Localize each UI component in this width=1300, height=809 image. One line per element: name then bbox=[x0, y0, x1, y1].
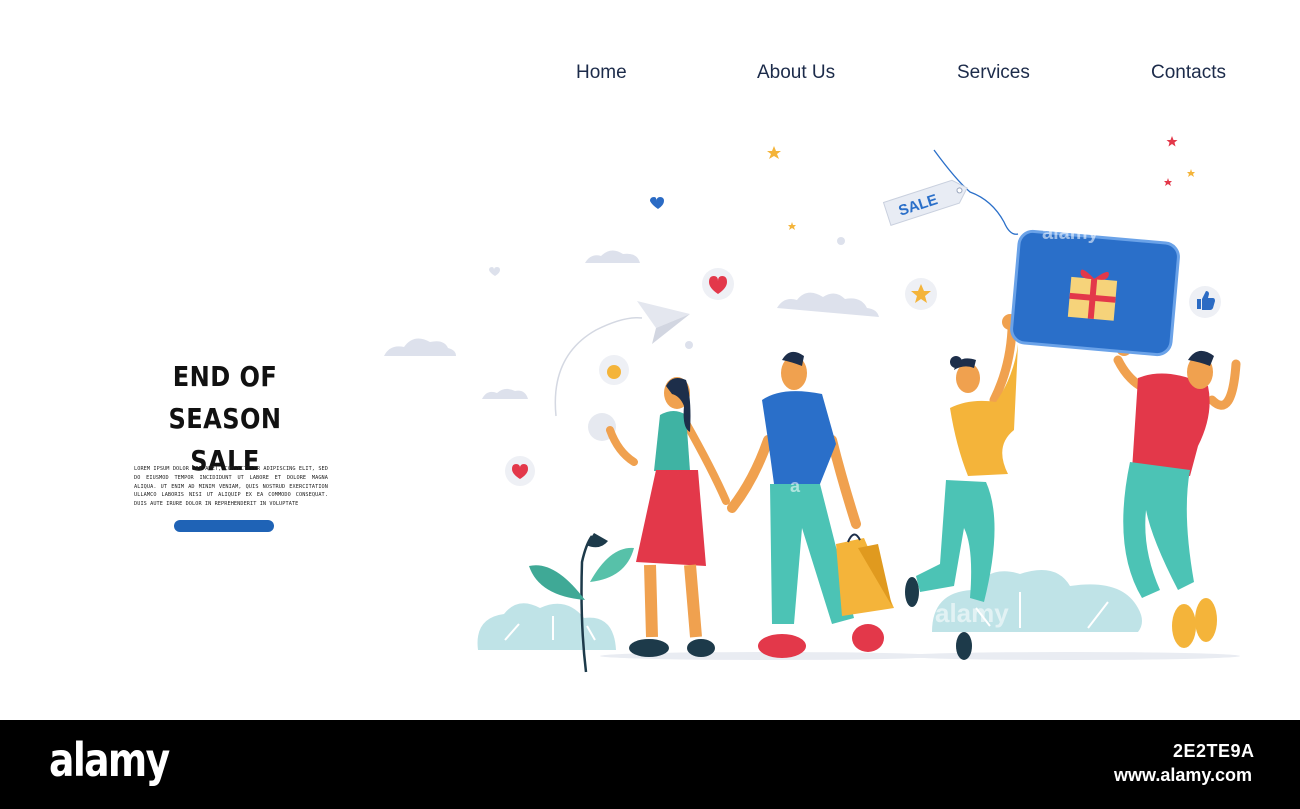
star-icon bbox=[788, 222, 796, 230]
alamy-website: www.alamy.com bbox=[1114, 765, 1253, 785]
sale-tag: SALE bbox=[882, 149, 1019, 235]
star-icon bbox=[1164, 178, 1172, 186]
cloud-icon bbox=[482, 388, 528, 399]
star-icon bbox=[767, 146, 781, 159]
stock-watermark-bar bbox=[0, 720, 1300, 809]
star-badge-icon bbox=[905, 278, 937, 310]
ground-shadow bbox=[900, 652, 1240, 660]
bush-left bbox=[477, 603, 616, 650]
gift-card bbox=[1010, 229, 1180, 357]
star-icon bbox=[1187, 169, 1195, 177]
alamy-logo: alamy bbox=[49, 733, 170, 787]
shopping-bag-icon bbox=[836, 533, 894, 616]
landing-page: Home About Us Services Contacts END OF S… bbox=[0, 0, 1300, 720]
star-icon bbox=[1166, 136, 1178, 147]
thumbs-up-badge-icon bbox=[1189, 286, 1221, 318]
cloud-icon bbox=[585, 250, 640, 263]
cloud-icon bbox=[384, 338, 456, 356]
decor-dot bbox=[685, 341, 693, 349]
smile-badge-icon bbox=[599, 355, 629, 385]
heart-icon bbox=[650, 197, 664, 209]
heart-badge-icon bbox=[505, 456, 535, 486]
image-id: 2E2TE9A bbox=[1173, 741, 1255, 761]
man-with-shopping-bags bbox=[727, 351, 894, 658]
heart-icon bbox=[489, 267, 500, 276]
shopping-illustration: SALE bbox=[384, 136, 1241, 673]
cloud-icon bbox=[777, 292, 879, 317]
plant-decoration bbox=[529, 533, 634, 673]
heart-badge-icon bbox=[702, 268, 734, 300]
decor-dot bbox=[837, 237, 845, 245]
woman-in-red-skirt bbox=[606, 377, 730, 657]
bush-right bbox=[932, 570, 1142, 632]
man-holding-gift-card bbox=[1113, 350, 1241, 648]
